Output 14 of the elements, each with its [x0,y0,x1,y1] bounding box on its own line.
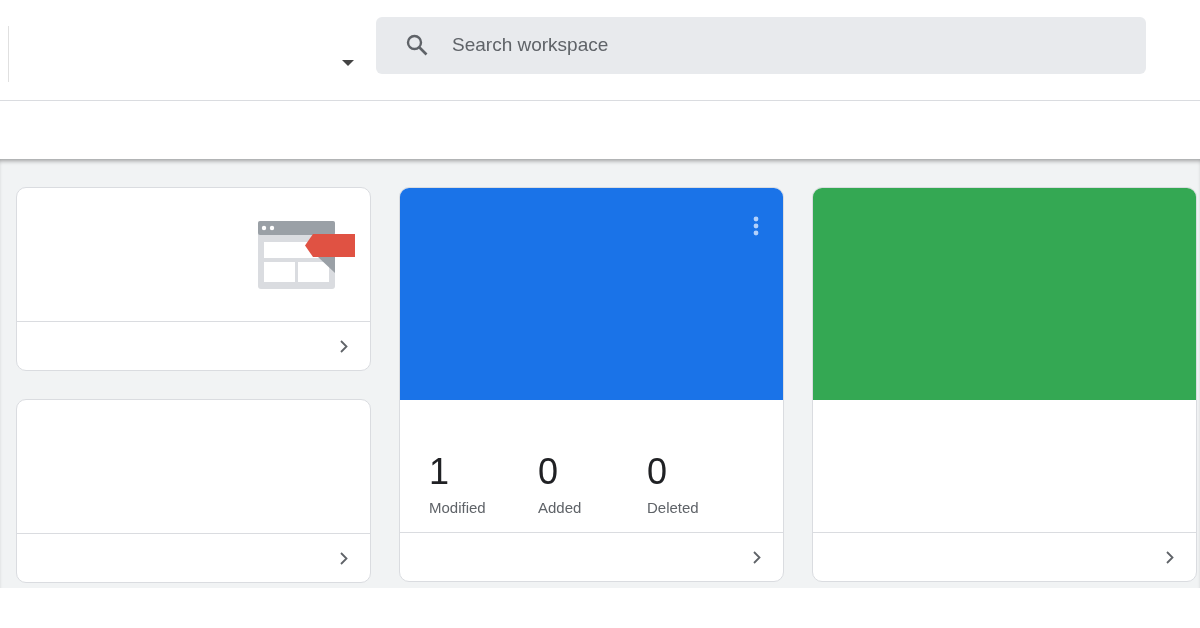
dropdown-caret-icon [342,60,354,66]
stat-value: 1 [429,451,451,493]
chevron-right-icon[interactable] [340,551,348,565]
tag-page-icon [258,220,356,289]
chevron-right-icon[interactable] [1166,550,1174,564]
chevron-right-icon[interactable] [340,339,348,353]
chevron-right-icon[interactable] [753,550,761,564]
stat-label: Added [538,499,583,516]
more-vertical-icon[interactable] [753,216,759,236]
stat-label: Modified [429,499,487,516]
stat-value: 0 [647,451,669,493]
search-field[interactable]: Search workspace [376,16,1146,74]
stat-label: Deleted [647,499,700,516]
stat-value: 0 [538,451,560,493]
